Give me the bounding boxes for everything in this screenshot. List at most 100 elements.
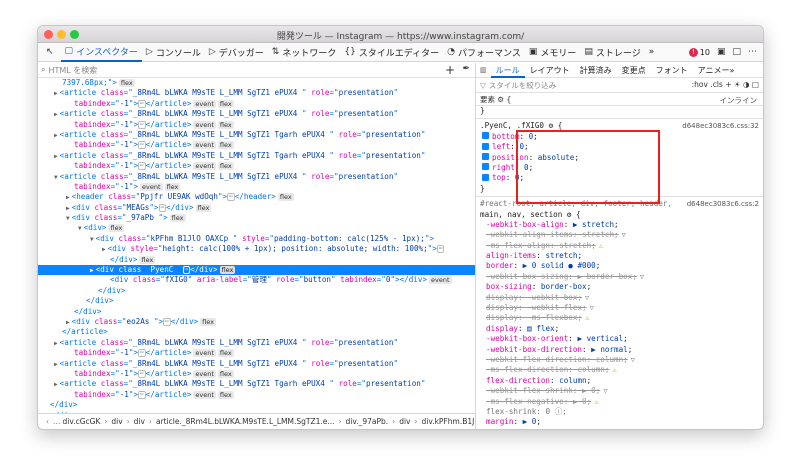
collapsed-content-icon[interactable]: ⋯	[138, 141, 146, 150]
markup-line[interactable]: ▶ <article class="_8Rm4L bLWKA M9sTE L_LM…	[38, 379, 475, 389]
markup-line-selected[interactable]: ▶ <div class="PyenC"> ⋯ </div> flex	[38, 265, 475, 276]
declaration[interactable]: margin: ▶ 0;	[476, 417, 763, 427]
property-value[interactable]: ▶ 0	[523, 417, 537, 426]
node-badge[interactable]: event	[193, 349, 216, 358]
expand-arrow-icon[interactable]: ▶	[90, 267, 94, 274]
declaration-checkbox[interactable]	[482, 142, 489, 150]
markup-line[interactable]: ▶ <article class="_8Rm4L bLWKA M9sTE L_LM…	[38, 151, 475, 161]
markup-line[interactable]: ▶ <div class="eo2As "> ⋯ </div> flex	[38, 317, 475, 327]
breadcrumb-item[interactable]: div	[134, 417, 145, 426]
property-name[interactable]: left	[492, 142, 510, 151]
declaration-body[interactable]: -webkit-flex-direction: column;	[486, 355, 628, 364]
declaration-body[interactable]: flex-shrink: 0 ⓘ;	[486, 407, 567, 416]
node-badge[interactable]: flex	[217, 141, 234, 150]
markup-line[interactable]: ▼ <article class="_8Rm4L bLWKA M9sTE L_LM…	[38, 172, 475, 182]
expand-arrow-icon[interactable]: ▶	[66, 205, 70, 212]
error-icon[interactable]: !	[688, 47, 698, 57]
declaration[interactable]: display: ▤ flex;	[476, 324, 763, 334]
property-name[interactable]: -webkit-box-orient	[486, 334, 568, 343]
property-value[interactable]: -ms-flexbox	[527, 313, 577, 322]
html-search-input[interactable]: HTML を検索	[48, 65, 97, 76]
expand-arrow-icon[interactable]: ▶	[54, 381, 58, 388]
markup-line[interactable]: tabindex="-1"> ⋯ </article> event flex	[38, 140, 475, 150]
expand-arrow-icon[interactable]: ▶	[54, 111, 58, 118]
node-badge[interactable]: flex	[139, 255, 156, 264]
error-count[interactable]: 10	[700, 48, 710, 57]
property-value[interactable]: border-box	[541, 282, 587, 291]
breadcrumb-item[interactable]: div.kPFhm.B1JlO	[422, 417, 476, 426]
declaration-body[interactable]: -ms-flex-align: stretch;	[486, 241, 596, 250]
property-name[interactable]: -webkit-box-direction	[486, 345, 582, 354]
property-name[interactable]: -ms-flex-direction	[486, 365, 568, 374]
property-value[interactable]: stretch	[582, 230, 614, 239]
property-value[interactable]: -webkit-box	[527, 293, 577, 302]
declaration-body[interactable]: border: ▶ 0 solid ● #000;	[486, 261, 600, 270]
node-badge[interactable]: event	[193, 120, 216, 129]
markup-line[interactable]: <div class="fXIG0" aria-label="管理" role=…	[38, 275, 475, 285]
node-badge[interactable]: flex	[217, 99, 234, 108]
declaration-body[interactable]: display: ▤ flex;	[486, 324, 559, 333]
property-name[interactable]: -webkit-box-sizing	[486, 272, 568, 281]
rule-selector-cont[interactable]: main, nav, section ⚙ {	[476, 210, 763, 220]
collapsed-content-icon[interactable]: ⋯	[227, 193, 235, 202]
markup-line[interactable]: ▼ <div class="kPFhm B1JlO OAXCp " style="…	[38, 234, 475, 244]
property-name[interactable]: -webkit-flex-shrink	[486, 386, 573, 395]
declaration-body[interactable]: -webkit-box-direction: ▶ normal;	[486, 345, 632, 354]
property-name[interactable]: -ms-flex-align	[486, 241, 550, 250]
style-filter-bar[interactable]: ▽ スタイルを絞り込み :hov .cls + ☀ ◑ □	[476, 78, 763, 93]
declaration-body[interactable]: display: -webkit-flex;	[486, 303, 587, 312]
collapse-arrow-icon[interactable]: ▼	[78, 225, 82, 232]
style-filter-input[interactable]: スタイルを絞り込み	[489, 80, 557, 91]
filter-icon[interactable]: ▽	[603, 387, 607, 395]
tab-tool-4[interactable]: {} スタイルエディター	[340, 43, 443, 62]
element-picker-icon[interactable]: ↖	[42, 43, 61, 62]
collapsed-content-icon[interactable]: ⋯	[138, 369, 146, 378]
property-name[interactable]: -webkit-align-items	[486, 230, 573, 239]
markup-line[interactable]: ▼ <div class="_97aPb "> flex	[38, 213, 475, 223]
node-badge[interactable]: event	[193, 141, 216, 150]
property-value[interactable]: stretch	[559, 241, 591, 250]
collapse-arrow-icon[interactable]: ▼	[90, 236, 94, 243]
property-name[interactable]: border	[486, 261, 513, 270]
pseudo-class-toggles[interactable]: :hov .cls + ☀ ◑ □	[692, 80, 759, 89]
node-badge[interactable]: flex	[118, 79, 135, 87]
markup-line[interactable]: </div>	[38, 400, 475, 410]
collapsed-content-icon[interactable]: ⋯	[138, 390, 146, 399]
declaration-body[interactable]: display: -webkit-box;	[486, 293, 582, 302]
collapsed-content-icon[interactable]: ⋯	[138, 349, 146, 358]
node-badge[interactable]: event	[193, 369, 216, 378]
node-badge[interactable]: flex	[219, 266, 236, 275]
markup-line[interactable]: </div>	[38, 296, 475, 306]
collapsed-content-icon[interactable]: ⋯	[138, 162, 146, 171]
declaration[interactable]: display: -webkit-flex; ▽	[476, 303, 763, 313]
property-name[interactable]: right	[492, 163, 515, 172]
markup-line[interactable]: </article>	[38, 327, 475, 337]
declaration[interactable]: flex-shrink: 0 ⓘ;	[476, 407, 763, 417]
property-name[interactable]: align-items	[486, 251, 536, 260]
property-value[interactable]: ▶ 0	[573, 397, 587, 406]
property-value[interactable]: ▶ 0 solid ● #000	[523, 261, 596, 270]
declaration-checkbox[interactable]	[482, 163, 489, 171]
expand-arrow-icon[interactable]: ▶	[54, 340, 58, 347]
declaration[interactable]: border: ▶ 0 solid ● #000;	[476, 261, 763, 271]
declaration-body[interactable]: display: -ms-flexbox;	[486, 313, 582, 322]
property-value[interactable]: ▶ stretch	[573, 220, 614, 229]
breadcrumb-back-icon[interactable]: ‹	[46, 417, 49, 426]
markup-line[interactable]: ▶ <div style="height: calc(100% + 1px); p…	[38, 244, 475, 254]
declaration[interactable]: display: -ms-flexbox; ⚠	[476, 313, 763, 323]
declaration[interactable]: -ms-flex-negative: ▶ 0; ⚠	[476, 397, 763, 407]
property-value[interactable]: -webkit-flex	[527, 303, 582, 312]
element-style-row[interactable]: 要素 ⚙ { インライン	[476, 93, 763, 106]
property-name[interactable]: flex-shrink	[486, 407, 536, 416]
declaration-checkbox[interactable]	[482, 153, 489, 161]
property-name[interactable]: display	[486, 303, 518, 312]
filter-icon[interactable]: ▽	[631, 356, 635, 364]
markup-view[interactable]: 7397.68px;"> flex ▶ <article class="_8Rm4L …	[38, 78, 475, 413]
node-badge[interactable]: flex	[169, 214, 186, 223]
markup-line[interactable]: tabindex="-1"> ⋯ </article> event flex	[38, 390, 475, 400]
node-badge[interactable]: flex	[195, 203, 212, 212]
tab-tool-3[interactable]: ⇅ ネットワーク	[268, 43, 341, 62]
collapsed-content-icon[interactable]: ⋯	[138, 99, 146, 108]
property-name[interactable]: top	[492, 173, 506, 182]
add-node-icon[interactable]: +	[445, 63, 455, 77]
